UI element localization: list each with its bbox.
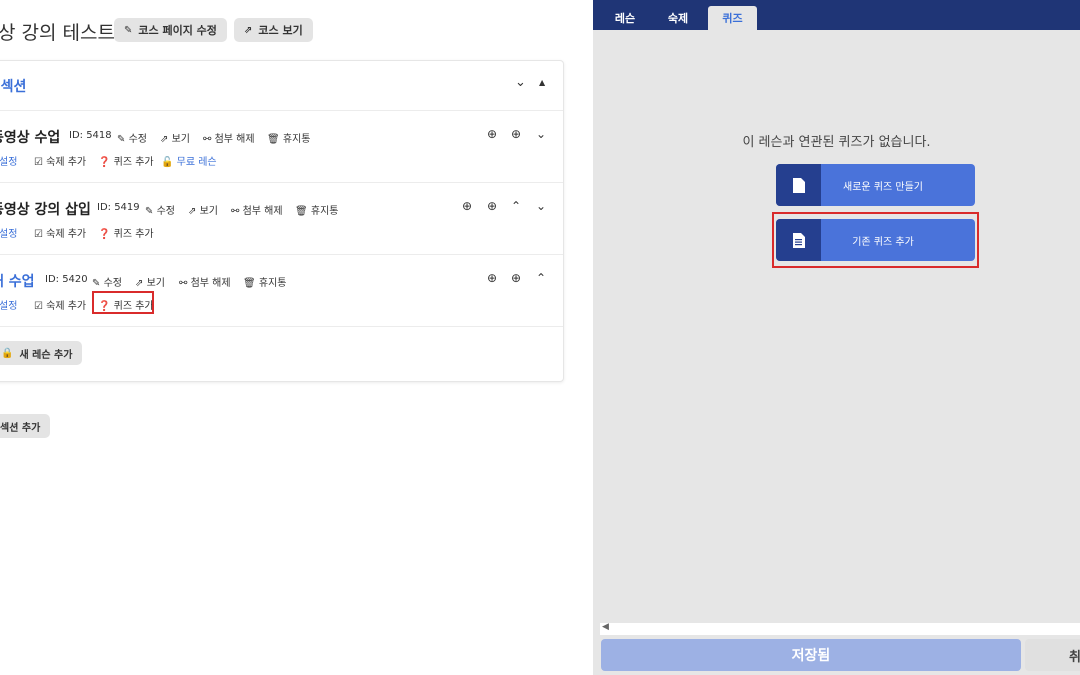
external-link-icon: ⇗: [244, 24, 253, 36]
edit-icon: ✎: [124, 24, 133, 36]
question-circle-icon: ❓: [98, 157, 111, 168]
lesson-detach-link[interactable]: ⚯ 첨부 해제: [179, 274, 231, 289]
lesson-trash-link[interactable]: 🗑 휴지통: [243, 274, 287, 289]
edit-icon: ✎: [145, 206, 154, 217]
edit-course-page-button[interactable]: ✎ 코스 페이지 수정: [114, 18, 227, 42]
move-down-icon[interactable]: ⊕: [511, 271, 521, 285]
lesson-id: ID: 5418: [69, 130, 112, 141]
chevron-down-icon[interactable]: ⌄: [536, 127, 546, 141]
horizontal-scrollbar[interactable]: ◀: [600, 622, 1080, 635]
question-circle-icon: ❓: [98, 229, 111, 240]
edit-icon: ✎: [92, 278, 101, 289]
cancel-button[interactable]: 취: [1025, 639, 1080, 671]
move-up-icon[interactable]: ⊕: [487, 127, 497, 141]
lesson-view-link[interactable]: ⇗ 보기: [160, 130, 190, 145]
new-quiz-label: 새로운 퀴즈 만들기: [843, 181, 923, 193]
trash-icon: 🗑: [267, 134, 280, 145]
lesson-detach-link[interactable]: ⚯ 첨부 해제: [231, 202, 283, 217]
view-course-label: 코스 보기: [258, 24, 303, 37]
check-square-icon: ☑: [34, 157, 43, 168]
external-link-icon: ⇗: [188, 206, 197, 217]
unlink-icon: ⚯: [203, 134, 212, 145]
external-link-icon: ⇗: [135, 278, 144, 289]
lesson-trash-link[interactable]: 🗑 휴지통: [295, 202, 339, 217]
lesson-settings-link[interactable]: 설정: [0, 153, 17, 168]
external-link-icon: ⇗: [160, 134, 169, 145]
lesson-detach-link[interactable]: ⚯ 첨부 해제: [203, 130, 255, 145]
add-homework-link[interactable]: ☑ 숙제 추가: [34, 297, 86, 312]
view-course-button[interactable]: ⇗ 코스 보기: [234, 18, 313, 42]
add-lesson-button[interactable]: 🔒 새 레슨 추가: [0, 341, 83, 365]
section-card: l 섹션 ⌄ ▲ 동영상 수업 ID: 5418 ✎ 수정 ⇗ 보기 ⚯ 첨부 …: [0, 60, 564, 382]
free-lesson-link[interactable]: 🔓 무료 레슨: [161, 153, 217, 168]
lesson-edit-link[interactable]: ✎ 수정: [145, 202, 175, 217]
chevron-down-icon[interactable]: ⌄: [536, 199, 546, 213]
page-title: 상 강의 테스트: [0, 22, 115, 44]
move-down-icon[interactable]: ⊕: [487, 199, 497, 213]
edit-course-page-label: 코스 페이지 수정: [138, 24, 217, 37]
scroll-left-arrow-icon[interactable]: ◀: [602, 622, 609, 632]
tab-quiz[interactable]: 퀴즈: [708, 6, 757, 30]
new-quiz-button[interactable]: 새로운 퀴즈 만들기: [776, 164, 975, 206]
lesson-id: ID: 5419: [97, 202, 140, 213]
move-up-icon[interactable]: ⊕: [487, 271, 497, 285]
check-square-icon: ☑: [34, 301, 43, 312]
course-builder-panel: 상 강의 테스트 ✎ 코스 페이지 수정 ⇗ 코스 보기 l 섹션 ⌄ ▲ 동영…: [0, 0, 593, 675]
trash-icon: 🗑: [243, 278, 256, 289]
document-icon: [776, 164, 821, 206]
lock-icon: 🔒: [1, 347, 14, 359]
lesson-edit-link[interactable]: ✎ 수정: [92, 274, 122, 289]
tab-lesson[interactable]: 레슨: [605, 6, 645, 30]
check-square-icon: ☑: [34, 229, 43, 240]
lesson-edit-link[interactable]: ✎ 수정: [117, 130, 147, 145]
unlink-icon: ⚯: [179, 278, 188, 289]
highlight-box: [772, 212, 979, 268]
move-up-icon[interactable]: ⊕: [462, 199, 472, 213]
add-section-button[interactable]: 섹션 추가: [0, 414, 51, 438]
lesson-title[interactable]: 동영상 수업: [0, 127, 60, 147]
highlight-box: [92, 291, 154, 314]
unlock-icon: 🔓: [161, 157, 174, 168]
add-homework-link[interactable]: ☑ 숙제 추가: [34, 153, 86, 168]
lesson-editor-panel: 레슨 숙제 퀴즈 이 레슨과 연관된 퀴즈가 없습니다. 새로운 퀴즈 만들기 …: [593, 0, 1080, 675]
chevron-up-icon[interactable]: ⌃: [536, 271, 546, 285]
tab-bar: 레슨 숙제 퀴즈: [593, 0, 1080, 30]
empty-quiz-message: 이 레슨과 연관된 퀴즈가 없습니다.: [742, 135, 931, 150]
edit-icon: ✎: [117, 134, 126, 145]
unlink-icon: ⚯: [231, 206, 240, 217]
add-homework-link[interactable]: ☑ 숙제 추가: [34, 225, 86, 240]
trash-icon: 🗑: [295, 206, 308, 217]
section-title: l 섹션: [0, 79, 27, 95]
lesson-id: ID: 5420: [45, 274, 88, 285]
lesson-settings-link[interactable]: 설정: [0, 297, 17, 312]
caret-up-icon[interactable]: ▲: [539, 78, 545, 87]
lesson-row: 새 수업 ID: 5420 ✎ 수정 ⇗ 보기 ⚯ 첨부 해제 🗑 휴지통 ⊕ …: [0, 254, 563, 327]
move-down-icon[interactable]: ⊕: [511, 127, 521, 141]
lesson-view-link[interactable]: ⇗ 보기: [135, 274, 165, 289]
add-section-label: 섹션 추가: [0, 422, 41, 434]
add-quiz-link[interactable]: ❓ 퀴즈 추가: [98, 153, 154, 168]
lesson-row: 동영상 강의 삽입 ID: 5419 ✎ 수정 ⇗ 보기 ⚯ 첨부 해제 🗑 휴…: [0, 182, 563, 255]
lesson-title[interactable]: 새 수업: [0, 271, 35, 291]
section-header[interactable]: l 섹션 ⌄ ▲: [0, 61, 563, 111]
chevron-up-icon[interactable]: ⌃: [511, 199, 521, 213]
add-quiz-link[interactable]: ❓ 퀴즈 추가: [98, 225, 154, 240]
lesson-view-link[interactable]: ⇗ 보기: [188, 202, 218, 217]
lesson-title[interactable]: 동영상 강의 삽입: [0, 199, 91, 219]
lesson-settings-link[interactable]: 설정: [0, 225, 17, 240]
tab-homework[interactable]: 숙제: [657, 6, 699, 30]
add-lesson-label: 새 레슨 추가: [19, 349, 73, 361]
save-button[interactable]: 저장됨: [601, 639, 1021, 671]
lesson-trash-link[interactable]: 🗑 휴지통: [267, 130, 311, 145]
lesson-row: 동영상 수업 ID: 5418 ✎ 수정 ⇗ 보기 ⚯ 첨부 해제 🗑 휴지통 …: [0, 110, 563, 183]
chevron-down-icon[interactable]: ⌄: [515, 75, 526, 90]
